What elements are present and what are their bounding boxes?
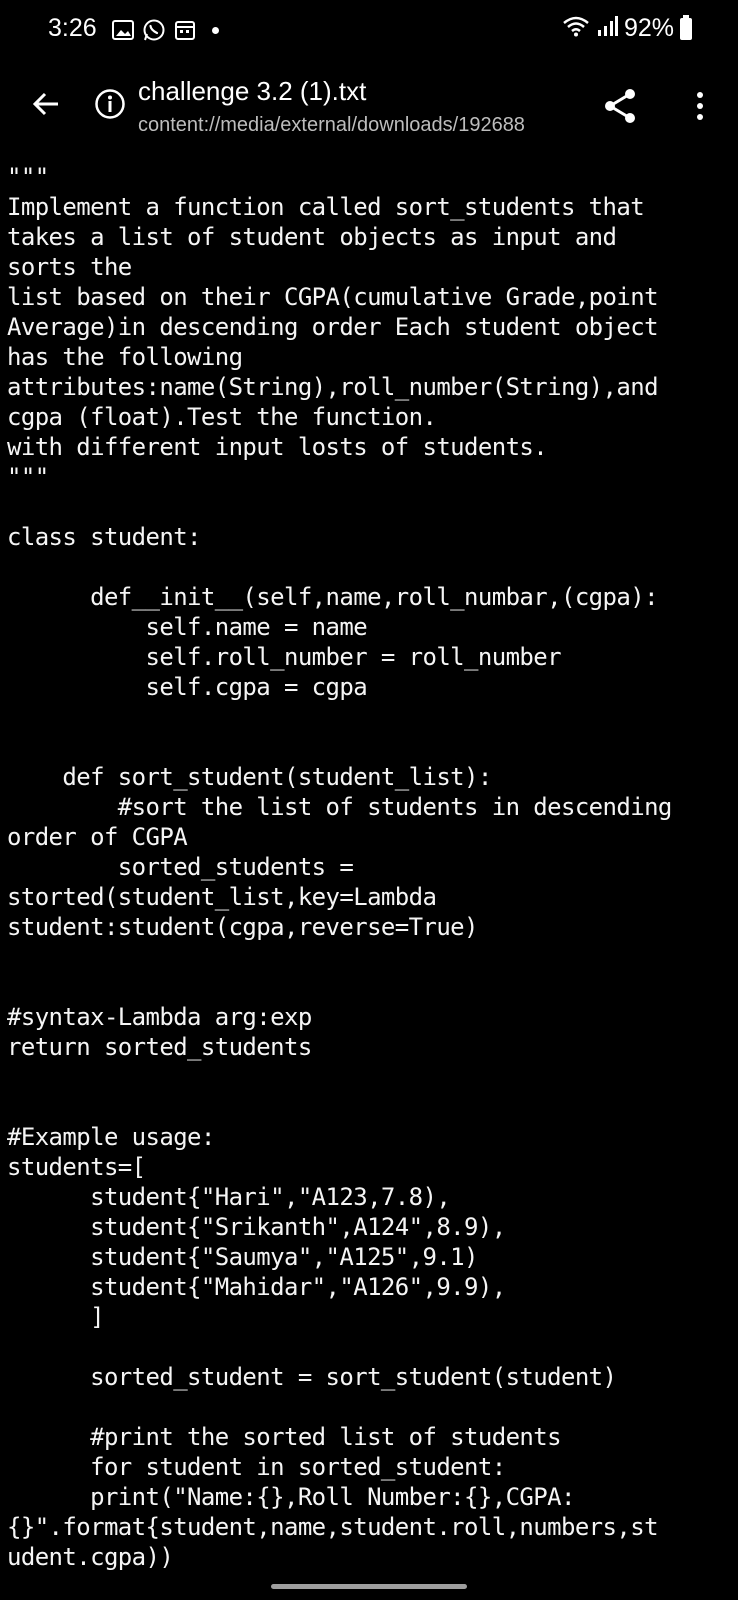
file-text-line: student{"Saumya","A125",9.1) [7, 1243, 478, 1271]
navigation-handle[interactable] [271, 1584, 467, 1589]
file-text-line: return sorted_students [7, 1033, 312, 1061]
app-bar: challenge 3.2 (1).txt content://media/ex… [0, 62, 738, 154]
file-text-line: sorts the [7, 253, 132, 281]
status-system-icons: 92% [562, 14, 692, 43]
file-text-line: udent.cgpa)) [7, 1543, 174, 1571]
more-options-button[interactable] [680, 86, 720, 126]
file-text-line: Implement a function called sort_student… [7, 193, 645, 221]
file-text-line: class student: [7, 523, 201, 551]
file-text-line: student{"Srikanth",A124",8.9), [7, 1213, 506, 1241]
file-text-line: self.roll_number = roll_number [7, 643, 561, 671]
file-text-line: takes a list of student objects as input… [7, 223, 617, 251]
file-text-line: sorted_student = sort_student(student) [7, 1363, 617, 1391]
info-button[interactable] [94, 88, 126, 120]
back-button[interactable] [26, 84, 66, 124]
share-icon [605, 89, 635, 123]
file-text-line [0, 1332, 738, 1362]
more-vertical-icon-dot [697, 103, 703, 109]
file-text-line [0, 942, 738, 972]
file-text-line [0, 1392, 738, 1422]
file-text-line: def__init__(self,name,roll_numbar,(cgpa)… [7, 583, 658, 611]
file-text-line: #syntax-Lambda arg:exp [7, 1003, 312, 1031]
back-arrow-icon [32, 92, 58, 116]
file-text-line: #print the sorted list of students [7, 1423, 561, 1451]
file-text-line: student:student(cgpa,reverse=True) [7, 913, 478, 941]
file-text-line: sorted_students = [7, 853, 354, 881]
file-path: content://media/external/downloads/19268… [138, 114, 525, 136]
file-content[interactable]: """ Implement a function called sort_stud… [0, 162, 738, 1572]
file-text-line: """ [7, 463, 49, 491]
file-text-line: print("Name:{},Roll Number:{},CGPA: [7, 1483, 575, 1511]
file-text-line: for student in sorted_student: [7, 1453, 506, 1481]
file-text-line: student{"Mahidar","A126",9.9), [7, 1273, 506, 1301]
file-title: challenge 3.2 (1).txt [138, 76, 367, 106]
file-text-line [0, 732, 738, 762]
status-bar: 3:26 92% [0, 0, 738, 62]
file-text-line [0, 1092, 738, 1122]
file-text-line [0, 492, 738, 522]
file-text-line: """ [7, 163, 49, 191]
file-text-line [0, 552, 738, 582]
file-text-line: Average)in descending order Each student… [7, 313, 659, 341]
file-text-line [0, 1062, 738, 1092]
wifi-icon [562, 15, 590, 42]
battery-icon [680, 14, 692, 40]
signal-icon [596, 15, 618, 42]
calendar-icon [174, 19, 196, 41]
status-notification-icons [112, 18, 219, 42]
gallery-icon [112, 19, 134, 41]
share-button[interactable] [600, 86, 640, 126]
file-text-line: self.cgpa = cgpa [7, 673, 368, 701]
file-text-line: def sort_student(student_list): [7, 763, 492, 791]
file-text-line: #sort the list of students in descending [7, 793, 673, 821]
file-text-line: {}".format{student,name,student.roll,num… [7, 1513, 659, 1541]
whatsapp-icon [142, 18, 166, 42]
file-text-line [0, 702, 738, 732]
file-text-line: has the following [7, 343, 243, 371]
file-text-line: list based on their CGPA(cumulative Grad… [7, 283, 659, 311]
file-text-line: attributes:name(String),roll_number(Stri… [7, 373, 659, 401]
more-vertical-icon-dot [697, 114, 703, 120]
file-text-line: ] [7, 1303, 104, 1331]
file-text-line: self.name = name [7, 613, 368, 641]
battery-percentage: 92% [623, 14, 674, 42]
file-text-line [0, 972, 738, 1002]
file-text-line: cgpa (float).Test the function. [7, 403, 437, 431]
file-text-line: storted(student_list,key=Lambda [7, 883, 437, 911]
file-text-line: order of CGPA [7, 823, 188, 851]
file-text-line: students=[ [7, 1153, 146, 1181]
file-text-line: #Example usage: [7, 1123, 215, 1151]
notification-dot-icon [212, 26, 219, 34]
file-text-line: with different input losts of students. [7, 433, 548, 461]
more-vertical-icon-dot [697, 92, 703, 98]
file-text-line: student{"Hari","A123,7.8), [7, 1183, 451, 1211]
status-time: 3:26 [48, 14, 97, 42]
info-icon [95, 89, 125, 119]
